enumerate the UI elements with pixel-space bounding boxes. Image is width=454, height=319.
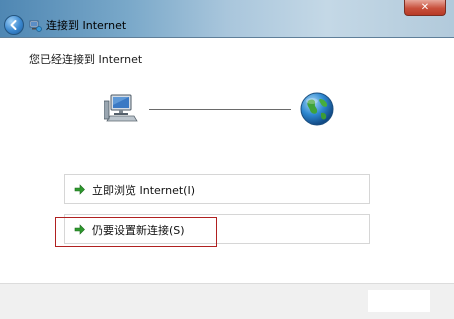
back-button[interactable] xyxy=(4,15,24,35)
footer-blank-area xyxy=(368,290,430,312)
window-title: 连接到 Internet xyxy=(46,19,127,32)
network-icon xyxy=(29,19,42,32)
highlight-box xyxy=(55,217,217,247)
page-title: 您已经连接到 Internet xyxy=(29,53,143,66)
close-icon: ✕ xyxy=(420,1,430,13)
back-arrow-icon xyxy=(10,20,17,30)
close-button[interactable]: ✕ xyxy=(404,0,446,16)
browse-internet-option[interactable]: 立即浏览 Internet(I) xyxy=(64,174,370,204)
computer-icon xyxy=(104,94,138,122)
connection-line xyxy=(149,109,291,110)
green-arrow-icon xyxy=(74,184,85,195)
globe-icon xyxy=(300,92,334,126)
option-label: 立即浏览 Internet(I) xyxy=(92,184,196,197)
